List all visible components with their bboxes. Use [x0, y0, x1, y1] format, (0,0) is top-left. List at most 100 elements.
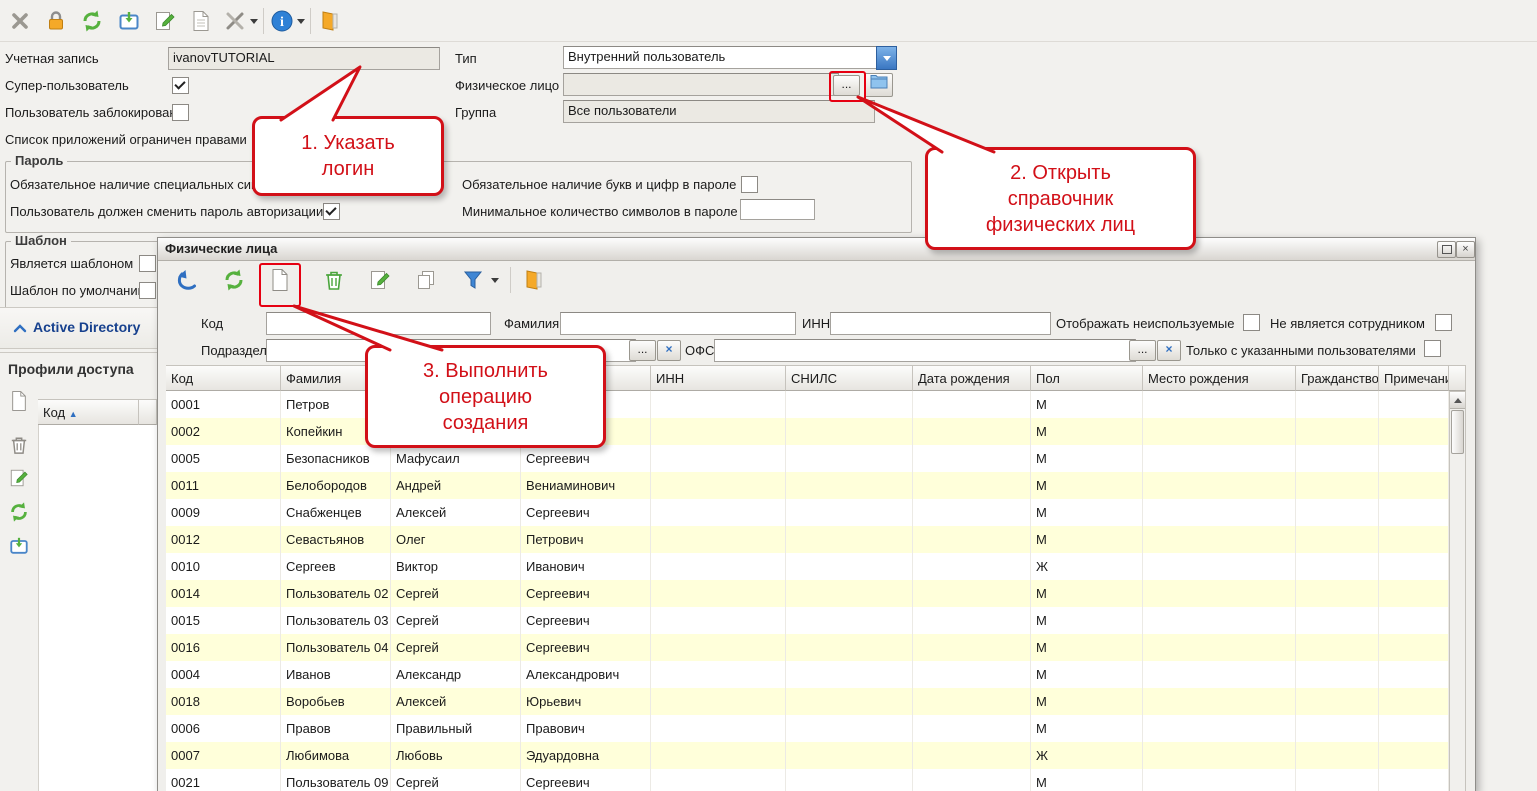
table-row[interactable]: 0012СевастьяновОлегПетровичМ	[166, 526, 1449, 553]
scroll-up-icon[interactable]	[1450, 392, 1465, 409]
edit-button[interactable]	[151, 7, 179, 35]
group-field[interactable]: Все пользователи	[563, 100, 875, 123]
column-header[interactable]: Место рождения	[1143, 365, 1296, 391]
lock-icon	[45, 10, 67, 32]
table-cell	[1379, 418, 1449, 445]
table-cell	[913, 472, 1031, 499]
profiles-delete-button[interactable]	[5, 431, 33, 459]
table-row[interactable]: 0021Пользователь 09СергейСергеевичМ	[166, 769, 1449, 791]
table-cell: Иванович	[521, 553, 651, 580]
table-row[interactable]: 0009СнабженцевАлексейСергеевичМ	[166, 499, 1449, 526]
table-cell: Пользователь 03	[281, 607, 391, 634]
close-form-button[interactable]	[6, 7, 34, 35]
tools-dropdown-caret-icon[interactable]	[248, 7, 260, 35]
close-dialog-button[interactable]: ×	[1456, 241, 1475, 258]
table-row[interactable]: 0004ИвановАлександрАлександровичМ	[166, 661, 1449, 688]
table-row[interactable]: 0011БелобородовАндрейВениаминовичМ	[166, 472, 1449, 499]
column-header[interactable]: Примечание	[1379, 365, 1449, 391]
tools-button[interactable]	[221, 7, 249, 35]
column-header[interactable]: ИНН	[651, 365, 786, 391]
profiles-import-button[interactable]	[5, 532, 33, 560]
lock-button[interactable]	[42, 7, 70, 35]
maximize-dialog-button[interactable]	[1437, 241, 1456, 258]
only-with-users-checkbox[interactable]	[1424, 340, 1441, 357]
table-cell	[786, 553, 913, 580]
profiles-create-button[interactable]	[5, 387, 33, 415]
persons-dialog-titlebar[interactable]: Физические лица	[158, 238, 1475, 261]
table-cell: Сергей	[391, 580, 521, 607]
document-button[interactable]	[187, 7, 215, 35]
column-header[interactable]: Дата рождения	[913, 365, 1031, 391]
delete-icon	[324, 269, 344, 291]
table-row[interactable]: 0005БезопасниковМафусаилСергеевичМ	[166, 445, 1449, 472]
info-dropdown-caret-icon[interactable]	[295, 7, 307, 35]
table-row[interactable]: 0001ПетровМ	[166, 391, 1449, 418]
refresh-button[interactable]	[78, 7, 106, 35]
profiles-code-header[interactable]: Код ▲	[38, 399, 139, 425]
type-combobox[interactable]: Внутренний пользователь	[563, 46, 886, 69]
table-cell: М	[1031, 580, 1143, 607]
table-cell	[1296, 715, 1379, 742]
profiles-list-body[interactable]	[38, 425, 158, 791]
table-cell: Иванов	[281, 661, 391, 688]
blocked-label: Пользователь заблокирован	[5, 105, 177, 120]
letters-digits-checkbox[interactable]	[741, 176, 758, 193]
type-dropdown-button[interactable]	[876, 46, 897, 70]
filter-dropdown-caret-icon[interactable]	[489, 266, 501, 294]
scrollbar-thumb[interactable]	[1451, 410, 1464, 454]
table-row[interactable]: 0002КопейкинМ	[166, 418, 1449, 445]
table-row[interactable]: 0007ЛюбимоваЛюбовьЭдуардовнаЖ	[166, 742, 1449, 769]
ofs-input[interactable]	[714, 339, 1136, 362]
table-row[interactable]: 0006ПравовПравильныйПравовичМ	[166, 715, 1449, 742]
superuser-checkbox[interactable]	[172, 77, 189, 94]
ofs-clear-button[interactable]: ×	[1157, 340, 1181, 361]
dialog-delete-button[interactable]	[320, 266, 348, 294]
must-change-checkbox[interactable]	[323, 203, 340, 220]
table-cell	[1296, 580, 1379, 607]
table-cell	[1379, 553, 1449, 580]
table-cell	[1143, 391, 1296, 418]
info-button[interactable]: i	[268, 7, 296, 35]
table-cell	[1143, 418, 1296, 445]
table-row[interactable]: 0014Пользователь 02СергейСергеевичМ	[166, 580, 1449, 607]
column-header[interactable]: Код	[166, 365, 281, 391]
table-row[interactable]: 0018ВоробьевАлексейЮрьевичМ	[166, 688, 1449, 715]
panel-divider	[0, 352, 157, 353]
table-cell: М	[1031, 715, 1143, 742]
not-employee-checkbox[interactable]	[1435, 314, 1452, 331]
active-directory-section[interactable]: Active Directory	[0, 307, 157, 349]
profiles-refresh-button[interactable]	[5, 498, 33, 526]
department-lookup-button[interactable]: ...	[629, 340, 656, 361]
table-cell	[1296, 607, 1379, 634]
column-header[interactable]: Пол	[1031, 365, 1143, 391]
password-group-title: Пароль	[11, 153, 67, 168]
table-row[interactable]: 0010СергеевВикторИвановичЖ	[166, 553, 1449, 580]
dialog-undo-button[interactable]	[174, 266, 202, 294]
header-scroll-cap	[1449, 365, 1466, 391]
filter-surname-input[interactable]	[560, 312, 796, 335]
filter-inn-input[interactable]	[830, 312, 1051, 335]
table-scrollbar[interactable]	[1449, 391, 1466, 791]
show-unused-checkbox[interactable]	[1243, 314, 1260, 331]
dialog-refresh-button[interactable]	[220, 266, 248, 294]
dialog-copy-button[interactable]	[412, 266, 440, 294]
blocked-checkbox[interactable]	[172, 104, 189, 121]
exit-button[interactable]	[316, 7, 344, 35]
dialog-exit-button[interactable]	[520, 266, 548, 294]
dialog-filter-button[interactable]	[459, 266, 487, 294]
import-button[interactable]	[115, 7, 143, 35]
profiles-edit-button[interactable]	[5, 464, 33, 492]
dialog-edit-button[interactable]	[366, 266, 394, 294]
table-row[interactable]: 0016Пользователь 04СергейСергеевичМ	[166, 634, 1449, 661]
min-chars-field[interactable]	[740, 199, 815, 220]
column-header[interactable]: СНИЛС	[786, 365, 913, 391]
is-template-checkbox[interactable]	[139, 255, 156, 272]
person-field[interactable]	[563, 73, 839, 96]
table-cell	[913, 688, 1031, 715]
table-cell: 0018	[166, 688, 281, 715]
column-header[interactable]: Гражданство	[1296, 365, 1379, 391]
default-template-checkbox[interactable]	[139, 282, 156, 299]
ofs-lookup-button[interactable]: ...	[1129, 340, 1156, 361]
table-row[interactable]: 0015Пользователь 03СергейСергеевичМ	[166, 607, 1449, 634]
department-clear-button[interactable]: ×	[657, 340, 681, 361]
